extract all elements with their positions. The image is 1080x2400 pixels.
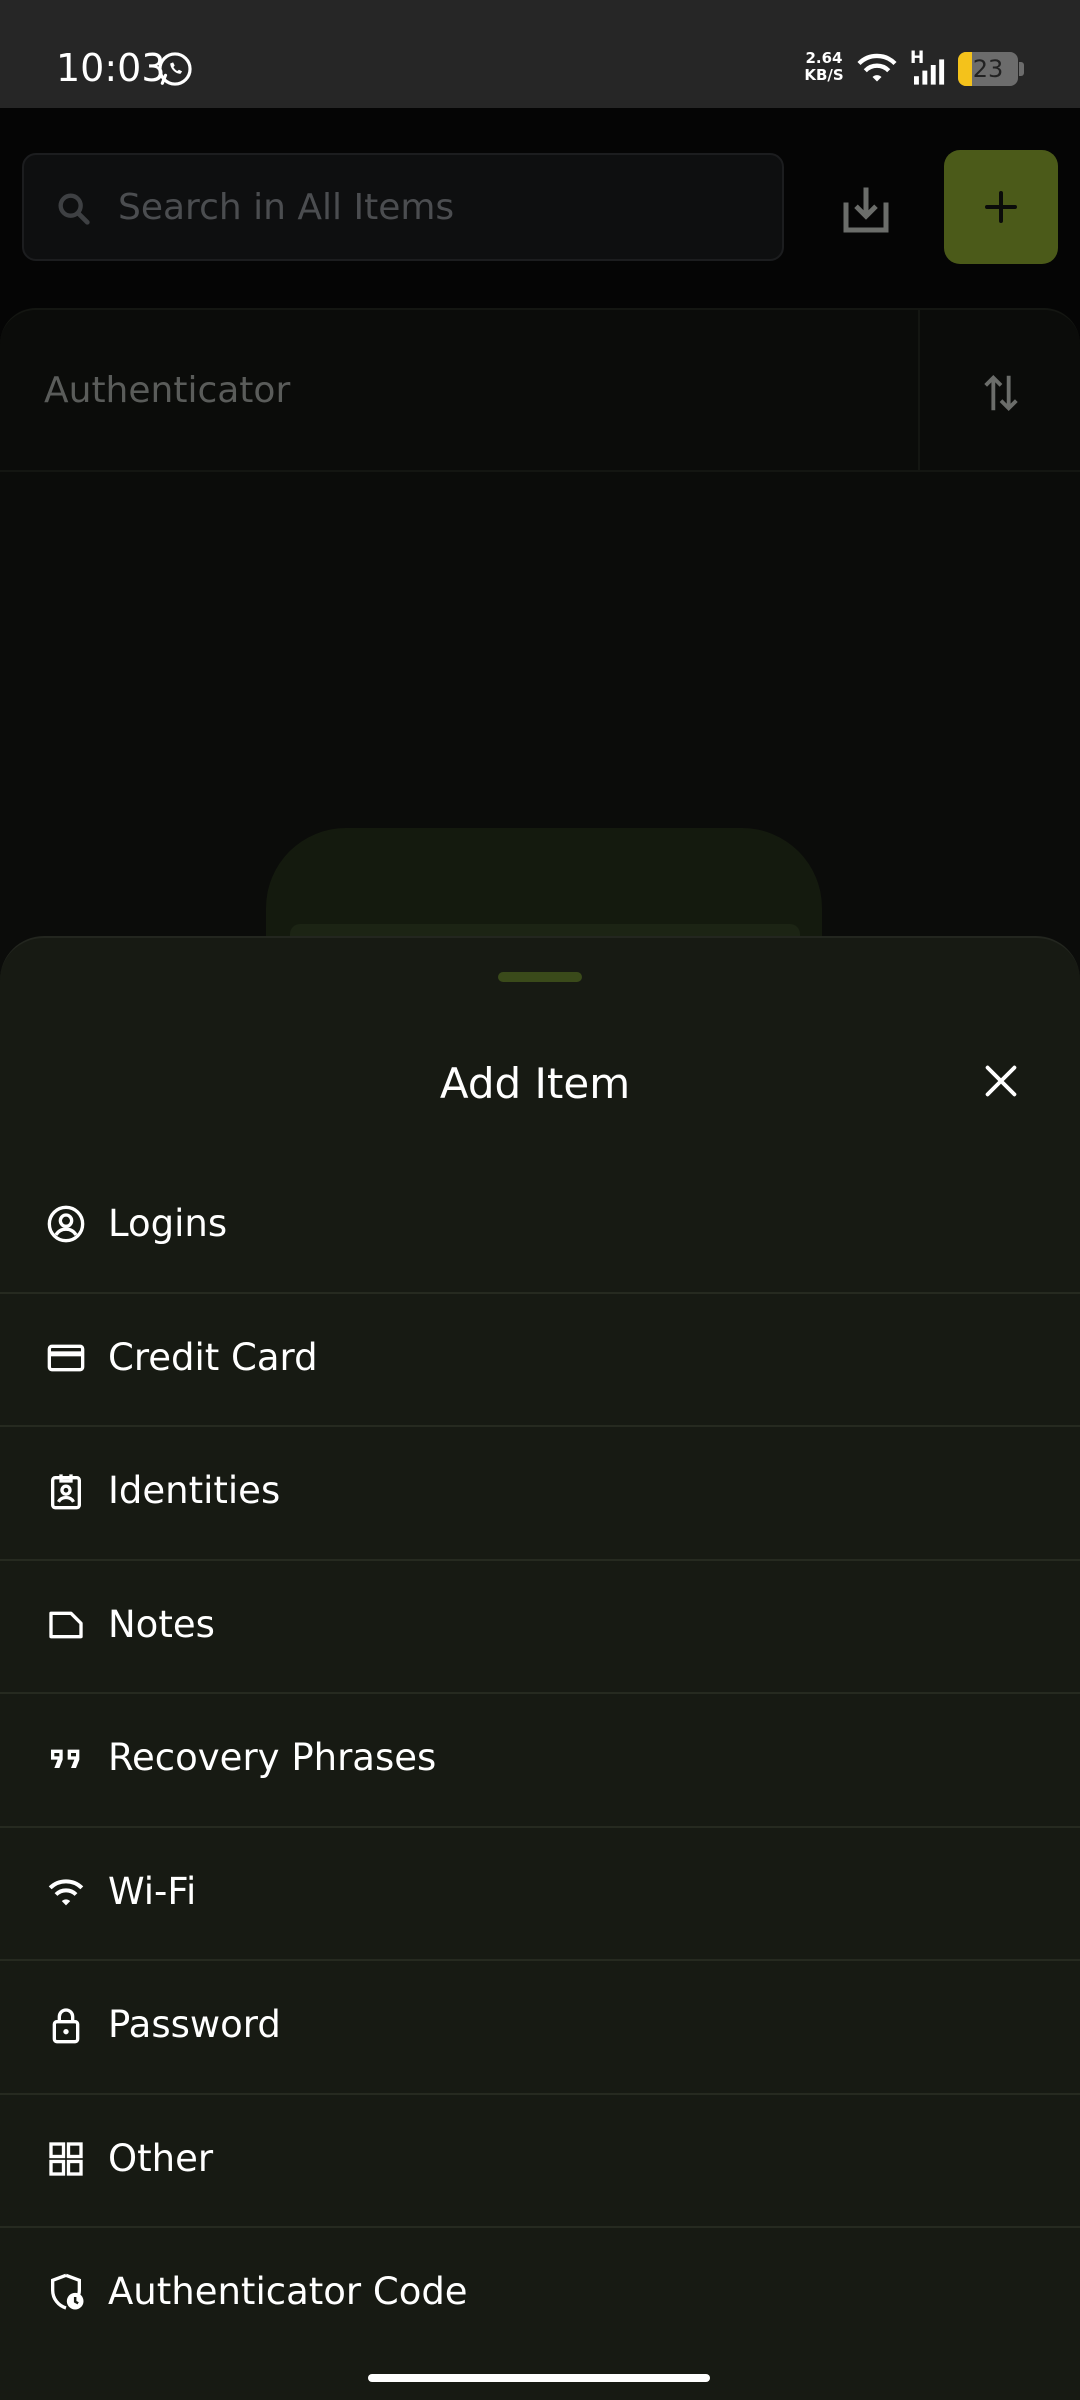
search-placeholder: Search in All Items xyxy=(118,187,455,228)
status-bar: 10:03 2.64 KB/S H 23 xyxy=(0,0,1080,108)
menu-item-recovery-phrases[interactable]: Recovery Phrases xyxy=(0,1694,1080,1828)
screen: 10:03 2.64 KB/S H 23 Search in All Items… xyxy=(0,0,1080,2400)
note-icon xyxy=(49,1611,83,1638)
lock-icon xyxy=(52,2008,80,2044)
menu-item-label: Password xyxy=(108,2003,281,2046)
cellular-signal-icon xyxy=(914,59,945,85)
header-divider xyxy=(918,310,920,470)
battery-tip xyxy=(1019,62,1024,76)
network-speed-unit: KB/S xyxy=(804,66,844,84)
menu-item-password[interactable]: Password xyxy=(0,1961,1080,2095)
credit-card-icon xyxy=(47,1344,85,1371)
section-title: Authenticator xyxy=(44,370,291,411)
menu-item-logins[interactable]: Logins xyxy=(0,1160,1080,1294)
whatsapp-icon xyxy=(158,52,192,86)
menu-item-label: Recovery Phrases xyxy=(108,1736,437,1779)
menu-item-notes[interactable]: Notes xyxy=(0,1561,1080,1694)
menu-item-label: Wi-Fi xyxy=(108,1869,197,1913)
wifi-icon xyxy=(48,1878,84,1905)
shield-clock-icon xyxy=(51,2273,84,2310)
status-time: 10:03 xyxy=(56,46,166,90)
search-input[interactable]: Search in All Items xyxy=(22,153,784,261)
sheet-title: Add Item xyxy=(439,1059,631,1108)
menu-item-label: Authenticator Code xyxy=(108,2270,468,2313)
menu-item-label: Credit Card xyxy=(108,1335,318,1379)
add-item-menu: Logins Credit Card Identities Notes Reco… xyxy=(0,1160,1080,2362)
menu-item-credit-card[interactable]: Credit Card xyxy=(0,1294,1080,1427)
header-divider xyxy=(0,470,1080,472)
user-circle-icon xyxy=(47,1205,85,1243)
battery-level: 23 xyxy=(972,55,1004,83)
menu-item-label: Notes xyxy=(108,1602,215,1646)
menu-item-label: Logins xyxy=(108,1202,228,1245)
menu-item-identities[interactable]: Identities xyxy=(0,1427,1080,1561)
grid-icon xyxy=(49,2141,83,2176)
menu-item-other[interactable]: Other xyxy=(0,2095,1080,2228)
menu-item-authenticator-code[interactable]: Authenticator Code xyxy=(0,2228,1080,2362)
search-icon xyxy=(58,193,90,225)
plus-icon xyxy=(985,191,1017,223)
network-speed: 2.64 KB/S xyxy=(802,50,846,84)
id-badge-icon xyxy=(51,1474,81,1510)
battery-icon: 23 xyxy=(958,52,1018,86)
navigation-gesture-bar[interactable] xyxy=(368,2374,710,2382)
import-icon[interactable] xyxy=(836,180,896,240)
sort-icon[interactable] xyxy=(978,370,1024,416)
menu-item-label: Identities xyxy=(108,1469,281,1512)
network-speed-value: 2.64 xyxy=(805,49,843,67)
wifi-icon xyxy=(857,53,897,82)
add-item-sheet: Add Item Logins Credit Card Identities N… xyxy=(0,936,1080,2400)
drag-handle[interactable] xyxy=(498,972,582,982)
close-icon[interactable] xyxy=(978,1058,1024,1104)
menu-item-wi-fi[interactable]: Wi-Fi xyxy=(0,1828,1080,1961)
menu-item-label: Other xyxy=(108,2136,214,2180)
add-item-button[interactable] xyxy=(944,150,1058,264)
quote-icon xyxy=(51,1749,80,1768)
